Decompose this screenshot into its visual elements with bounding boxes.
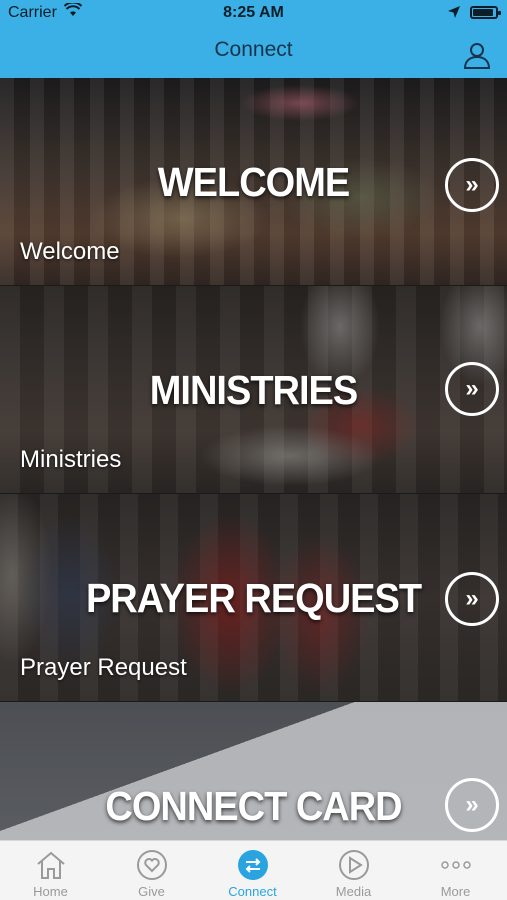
card-prayer-request[interactable]: PRAYER REQUEST Prayer Request »: [0, 494, 507, 701]
ellipsis-icon: [441, 861, 471, 869]
card-title: PRAYER REQUEST: [85, 576, 422, 622]
card-label: Welcome: [20, 238, 120, 265]
double-chevron-right-icon[interactable]: »: [445, 572, 499, 626]
card-ministries[interactable]: MINISTRIES Ministries »: [0, 286, 507, 493]
person-icon[interactable]: [462, 40, 492, 70]
tab-more[interactable]: More: [405, 841, 506, 900]
tab-label: More: [440, 884, 471, 899]
card-label: Prayer Request: [20, 654, 187, 681]
page-title: Connect: [214, 38, 293, 61]
tab-label: Media: [335, 884, 372, 899]
play-icon: [339, 850, 369, 880]
double-chevron-right-icon[interactable]: »: [445, 778, 499, 832]
connect-cards-list: WELCOME Welcome » MINISTRIES Ministries …: [0, 78, 507, 840]
house-icon: [37, 851, 65, 879]
heart-icon: [137, 850, 167, 880]
tab-media[interactable]: Media: [303, 841, 404, 900]
tab-label: Home: [33, 884, 68, 899]
location-arrow-icon: [448, 6, 460, 18]
card-title: MINISTRIES: [149, 368, 358, 414]
tab-connect[interactable]: Connect: [202, 841, 303, 900]
card-connect-card[interactable]: CONNECT CARD »: [0, 702, 507, 840]
exchange-arrows-icon: [238, 850, 268, 880]
battery-icon: [470, 6, 501, 19]
tab-label: Give: [138, 884, 165, 899]
tab-bar: Home Give Connect Media More: [0, 840, 507, 900]
card-title: CONNECT CARD: [105, 784, 402, 830]
double-chevron-right-icon[interactable]: »: [445, 158, 499, 212]
card-label: Ministries: [20, 446, 122, 473]
tab-home[interactable]: Home: [0, 841, 101, 900]
status-bar: Carrier 8:25 AM: [0, 0, 507, 28]
tab-give[interactable]: Give: [101, 841, 202, 900]
tab-label: Connect: [228, 884, 277, 899]
card-title: WELCOME: [157, 160, 350, 206]
card-welcome[interactable]: WELCOME Welcome »: [0, 78, 507, 285]
app-header: Carrier 8:25 AM Connect: [0, 0, 507, 78]
double-chevron-right-icon[interactable]: »: [445, 362, 499, 416]
clock: 8:25 AM: [223, 4, 284, 21]
